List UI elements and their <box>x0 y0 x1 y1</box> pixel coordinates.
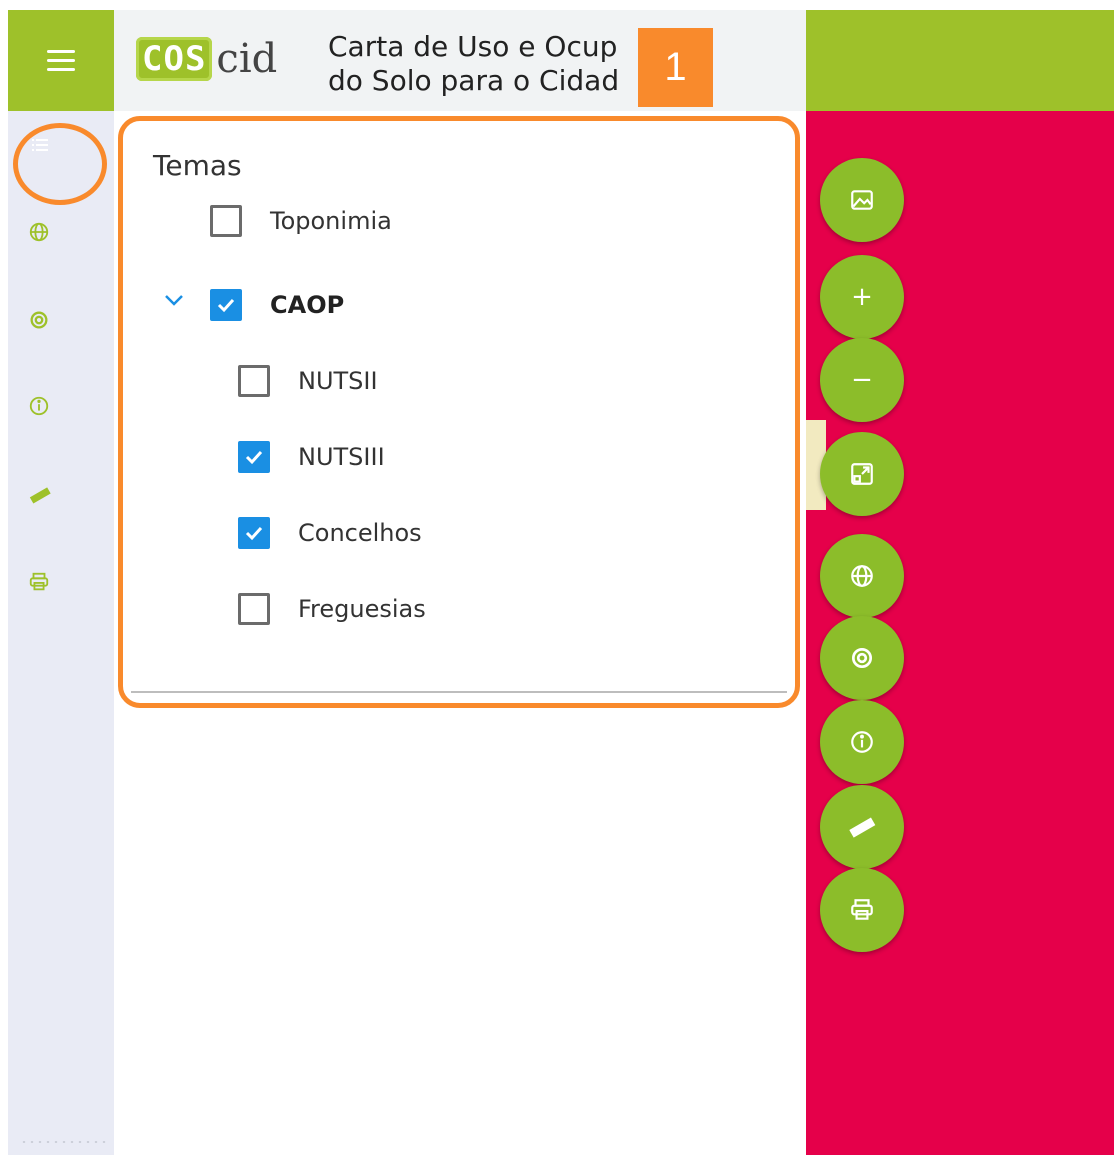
fullscreen-button[interactable] <box>820 432 904 516</box>
panel-divider <box>131 691 787 693</box>
layer-checkbox[interactable] <box>238 365 270 397</box>
left-toolbar <box>8 111 114 1155</box>
globe-icon <box>29 222 49 242</box>
layer-row-concelhos[interactable]: Concelhos <box>238 517 422 549</box>
layer-label: Concelhos <box>298 519 422 547</box>
print-button[interactable] <box>28 571 50 597</box>
logo-cid-text: cid <box>216 36 278 82</box>
chevron-down-icon[interactable] <box>163 293 185 307</box>
checkmark-icon <box>217 298 235 313</box>
printer-icon <box>851 899 873 920</box>
layer-checkbox[interactable] <box>210 205 242 237</box>
measure-button[interactable] <box>28 483 52 511</box>
step-number-badge: 1 <box>638 28 713 107</box>
panel-title: Temas <box>153 149 242 182</box>
layer-label: NUTSIII <box>298 443 385 471</box>
app-title-line-1: Carta de Uso e Ocup <box>328 30 618 63</box>
map-basemap-button[interactable] <box>820 534 904 618</box>
target-icon <box>30 311 48 329</box>
info-icon <box>29 396 49 416</box>
header-green-band <box>806 10 1114 111</box>
layer-checkbox[interactable] <box>238 593 270 625</box>
image-icon <box>851 190 873 210</box>
map-image-button[interactable] <box>820 158 904 242</box>
info-icon <box>851 731 873 753</box>
toolbar-dots-decoration <box>20 1139 110 1145</box>
ruler-icon <box>849 817 876 838</box>
logo-cos-text: COS <box>136 37 213 81</box>
layer-label: CAOP <box>270 291 345 319</box>
layers-panel: Temas Toponimia CAOP NUTSII NUTSIII Conc… <box>118 116 800 708</box>
printer-icon <box>29 572 49 591</box>
layer-label: Toponimia <box>270 207 392 235</box>
layer-row-toponimia[interactable]: Toponimia <box>210 205 392 237</box>
map-print-button[interactable] <box>820 868 904 952</box>
map-measure-button[interactable] <box>820 785 904 869</box>
checkmark-icon <box>245 450 263 465</box>
layer-label: NUTSII <box>298 367 378 395</box>
map-location-button[interactable] <box>820 616 904 700</box>
app-logo: COS cid <box>136 28 277 90</box>
app-title: Carta de Uso e Ocup do Solo para o Cidad <box>328 30 619 98</box>
app-title-line-2: do Solo para o Cidad <box>328 64 620 97</box>
zoom-out-button[interactable]: − <box>820 338 904 422</box>
globe-icon <box>851 565 873 587</box>
layer-checkbox[interactable] <box>210 289 242 321</box>
zoom-out-icon: − <box>851 365 873 395</box>
target-icon <box>851 647 873 669</box>
menu-button[interactable] <box>8 10 114 111</box>
info-button[interactable] <box>28 395 50 421</box>
layer-row-caop[interactable]: CAOP <box>210 289 344 321</box>
layer-row-nutsii[interactable]: NUTSII <box>238 365 378 397</box>
map-info-button[interactable] <box>820 700 904 784</box>
fullscreen-icon <box>851 463 873 485</box>
layer-checkbox[interactable] <box>238 441 270 473</box>
layer-label: Freguesias <box>298 595 426 623</box>
layer-row-freguesias[interactable]: Freguesias <box>238 593 426 625</box>
zoom-in-button[interactable]: + <box>820 255 904 339</box>
layer-checkbox[interactable] <box>238 517 270 549</box>
checkmark-icon <box>245 526 263 541</box>
hamburger-menu-icon <box>47 49 75 72</box>
zoom-in-icon: + <box>851 282 873 312</box>
layer-row-nutsiii[interactable]: NUTSIII <box>238 441 385 473</box>
basemap-button[interactable] <box>28 221 50 247</box>
layers-button[interactable] <box>28 133 52 161</box>
list-icon <box>32 139 48 151</box>
location-button[interactable] <box>28 309 50 335</box>
ruler-icon <box>29 487 51 504</box>
